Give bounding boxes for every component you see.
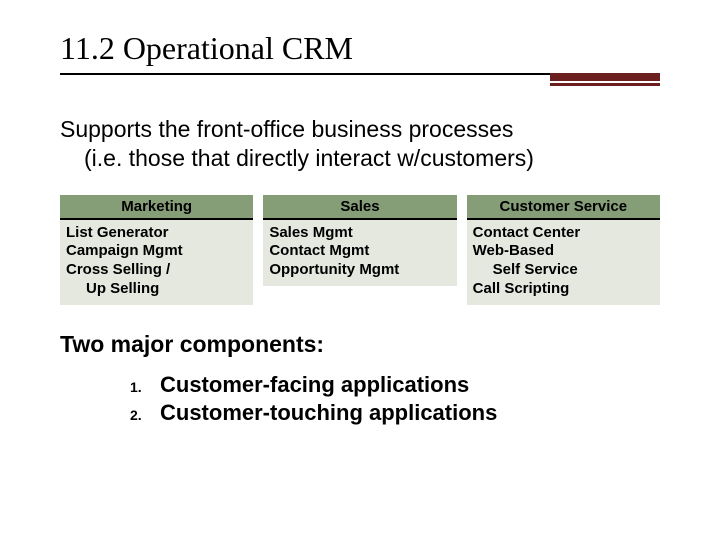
list-row: 2. Customer-touching applications (130, 400, 660, 426)
title-section-number: 11.2 (60, 30, 115, 66)
list-item: Contact Center (473, 224, 654, 243)
list-item: Cross Selling / (66, 261, 247, 280)
column-body: Sales Mgmt Contact Mgmt Opportunity Mgmt (263, 220, 456, 286)
list-text: Customer-touching applications (160, 400, 497, 426)
lead-line-1: Supports the front-office business proce… (60, 116, 513, 142)
list-row: 1. Customer-facing applications (130, 372, 660, 398)
subheading: Two major components: (60, 331, 660, 358)
column-header: Sales (263, 195, 456, 220)
three-column-table: Marketing List Generator Campaign Mgmt C… (60, 195, 660, 305)
column-customer-service: Customer Service Contact Center Web-Base… (467, 195, 660, 305)
rule-accent (550, 73, 660, 86)
column-body: Contact Center Web-Based Self Service Ca… (467, 220, 660, 305)
accent-bar-thin (550, 83, 660, 86)
list-text: Customer-facing applications (160, 372, 469, 398)
list-number: 1. (130, 379, 146, 395)
list-number: 2. (130, 407, 146, 423)
column-marketing: Marketing List Generator Campaign Mgmt C… (60, 195, 253, 305)
list-item: Sales Mgmt (269, 224, 450, 243)
slide-title: 11.2 Operational CRM (60, 30, 660, 67)
column-header: Customer Service (467, 195, 660, 220)
title-text: Operational CRM (123, 30, 353, 66)
accent-bar-thick (550, 73, 660, 81)
column-sales: Sales Sales Mgmt Contact Mgmt Opportunit… (263, 195, 456, 286)
list-item-indent: Up Selling (66, 280, 247, 299)
list-item: Web-Based (473, 242, 654, 261)
list-item: Contact Mgmt (269, 242, 450, 261)
column-header: Marketing (60, 195, 253, 220)
lead-paragraph: Supports the front-office business proce… (60, 115, 660, 173)
lead-line-2: (i.e. those that directly interact w/cus… (60, 144, 660, 173)
list-item: Call Scripting (473, 280, 654, 299)
column-body: List Generator Campaign Mgmt Cross Selli… (60, 220, 253, 305)
list-item-indent: Self Service (473, 261, 654, 280)
list-item: List Generator (66, 224, 247, 243)
list-item: Opportunity Mgmt (269, 261, 450, 280)
title-rule (60, 73, 660, 91)
numbered-list: 1. Customer-facing applications 2. Custo… (60, 372, 660, 426)
list-item: Campaign Mgmt (66, 242, 247, 261)
